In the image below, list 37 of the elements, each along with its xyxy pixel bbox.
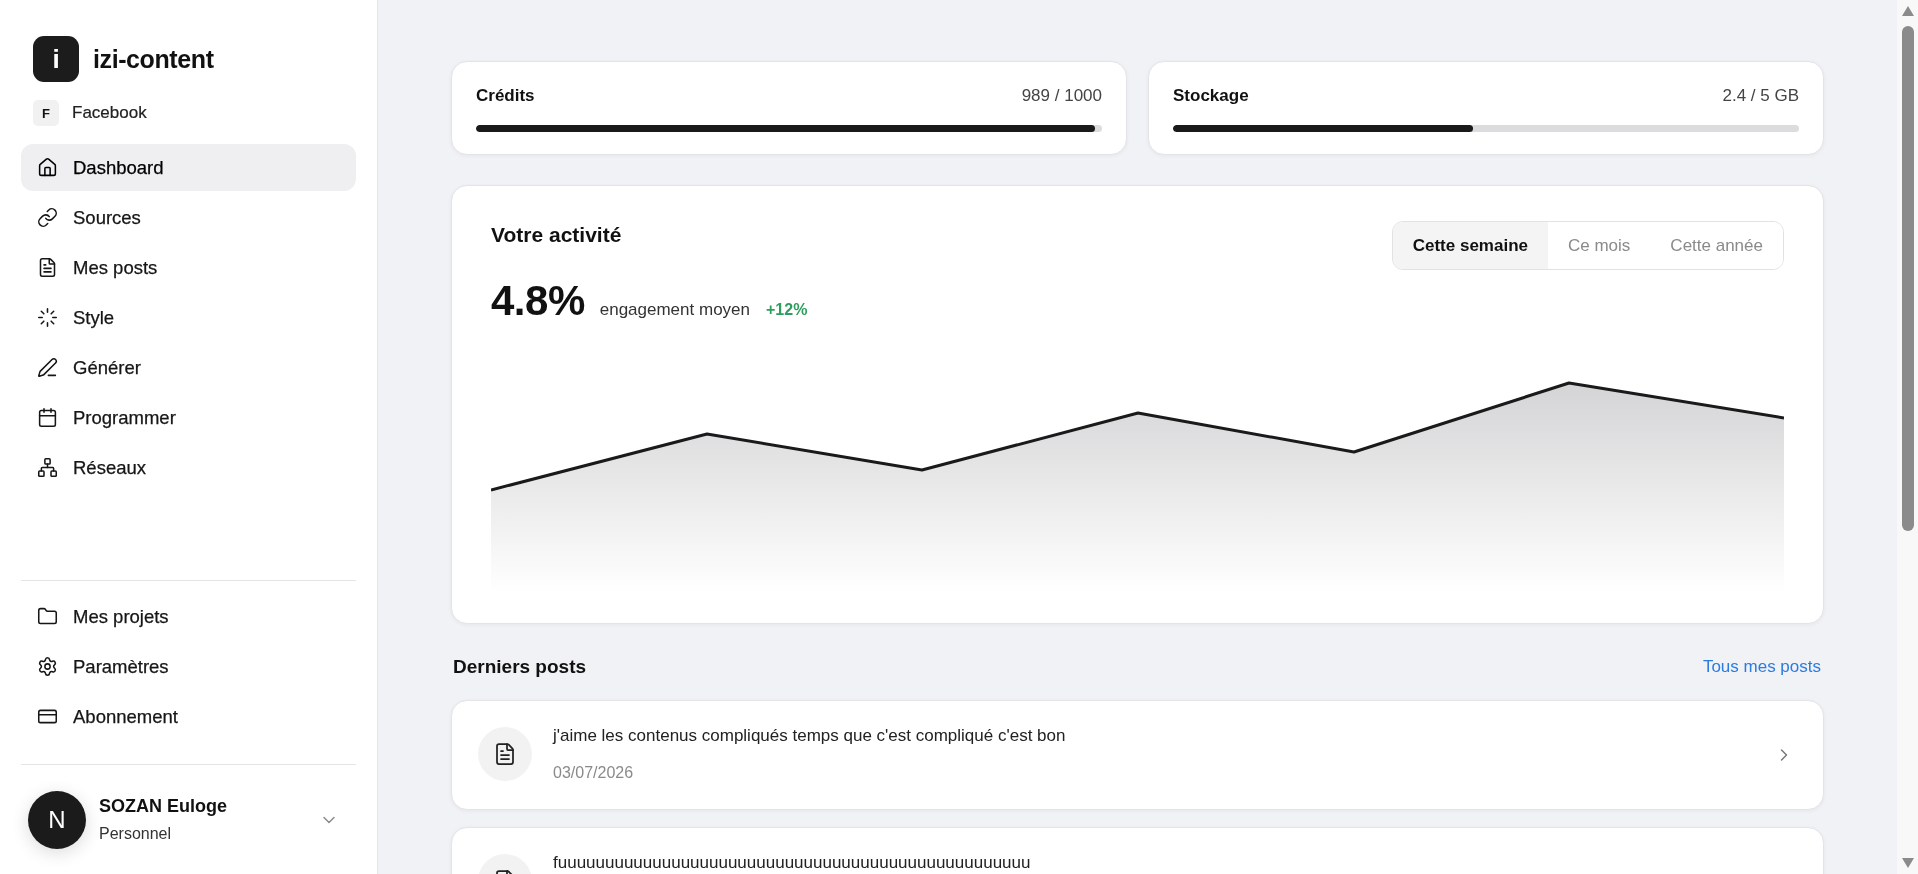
account-initial: F	[33, 100, 59, 126]
engagement-label: engagement moyen	[599, 300, 750, 320]
link-icon	[37, 207, 58, 228]
post-date: 03/07/2026	[553, 763, 635, 783]
calendar-icon	[37, 407, 58, 428]
user-avatar[interactable]: N	[28, 791, 86, 849]
house-icon	[37, 157, 58, 178]
logo-mark: i	[33, 36, 79, 82]
settings-icon	[37, 656, 58, 677]
usage-reading: 989 / 1000	[1021, 86, 1102, 106]
change-value: +12%	[766, 301, 808, 319]
pen-icon	[37, 357, 58, 378]
folder-icon	[37, 606, 58, 627]
app-name: izi-content	[93, 44, 214, 74]
spinner-icon	[37, 307, 58, 328]
scroll-down-icon[interactable]	[1901, 858, 1914, 868]
user-name: SOZAN Euloge	[99, 795, 227, 817]
card-title: Stockage	[1173, 86, 1249, 106]
post-card[interactable]: j'aime les contenus compliqués temps que c'est compliqué c'est bon 03/07/2026	[451, 700, 1824, 810]
post-card[interactable]: fuuuuuuuuuuuuuuuuuuuuuuuuuuuuuuuuuuuuuuuuuuuuuuuuuu	[451, 827, 1824, 874]
post-title: fuuuuuuuuuuuuuuuuuuuuuuuuuuuuuuuuuuuuuuuuuuuuuuuuuu	[553, 852, 1032, 874]
card-title: Crédits	[476, 86, 535, 106]
post-title: j'aime les contenus compliqués temps que c'est compliqué c'est bon	[553, 725, 1067, 747]
usage-reading: 2.4 / 5 GB	[1722, 86, 1799, 106]
document-icon	[37, 257, 58, 278]
view-all-link[interactable]: Tous mes posts	[1702, 657, 1821, 677]
scroll-up-icon[interactable]	[1901, 6, 1914, 16]
scrollbar-thumb[interactable]	[1901, 26, 1914, 531]
scrollbar[interactable]	[1897, 0, 1918, 874]
period-tab[interactable]: Cette semaine	[1392, 222, 1548, 269]
hierarchy-icon	[37, 457, 58, 478]
nav-item[interactable]: Dashboard	[21, 144, 356, 191]
account-name: Facebook	[72, 102, 147, 124]
section-title: Votre activité	[491, 222, 623, 248]
engagement-value: 4.8%	[491, 277, 585, 325]
user-plan: Personnel	[99, 824, 173, 844]
section-title: Derniers posts	[452, 656, 587, 678]
